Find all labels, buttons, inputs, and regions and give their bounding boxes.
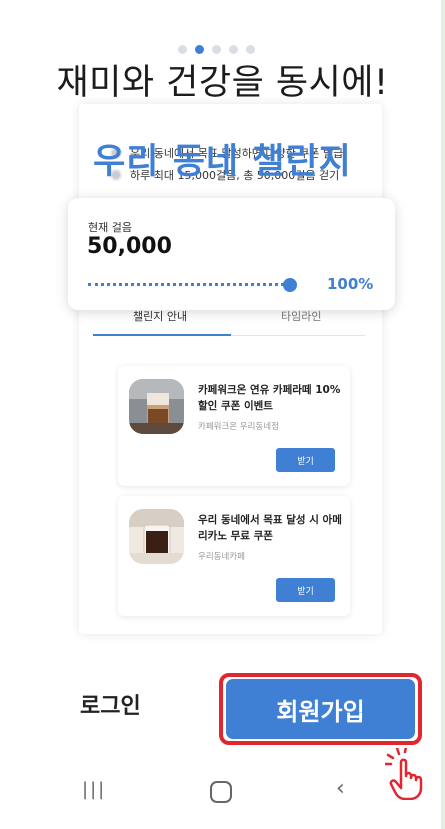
coupon-card: 카페워크온 연유 카페라떼 10% 할인 쿠폰 이벤트 카페워크온 우리동네점 … xyxy=(118,366,350,486)
coupon-title: 카페워크온 연유 카페라떼 10% 할인 쿠폰 이벤트 xyxy=(198,384,341,412)
steps-percent: 100% xyxy=(327,275,374,293)
tab-challenge-guide[interactable]: 챌린지 안내 xyxy=(133,308,187,324)
active-tab-underline xyxy=(93,334,231,336)
americano-image xyxy=(129,509,184,564)
coupon-store: 카페워크온 우리동네점 xyxy=(198,422,279,432)
recent-apps-button[interactable]: ||| xyxy=(82,779,106,800)
home-button[interactable] xyxy=(210,781,232,803)
tab-timeline[interactable]: 타임라인 xyxy=(281,308,321,324)
signup-button[interactable]: 회원가입 xyxy=(226,679,415,739)
page-dot xyxy=(229,45,238,54)
right-edge-strip xyxy=(441,0,445,829)
page-dot xyxy=(212,45,221,54)
steps-progress-track xyxy=(88,283,290,286)
steps-card: 현재 걸음 50,000 100% xyxy=(68,198,395,310)
page-indicator xyxy=(178,45,255,54)
headline: 재미와 건강을 동시에! xyxy=(56,63,389,103)
back-button[interactable]: ‹ xyxy=(336,776,345,801)
coupon-title: 우리 동네에서 목표 달성 시 아메리카노 무료 쿠폰 xyxy=(198,514,342,542)
tap-hand-icon xyxy=(385,748,423,800)
steps-value: 50,000 xyxy=(87,234,172,259)
steps-label: 현재 걸음 xyxy=(88,221,132,234)
page-dot xyxy=(246,45,255,54)
coupon-store: 우리동네카페 xyxy=(198,552,245,562)
claim-coupon-button[interactable]: 받기 xyxy=(276,578,335,602)
challenge-title: 우리 동네 챌린지 xyxy=(93,142,352,182)
page-dot xyxy=(178,45,187,54)
coupon-card: 우리 동네에서 목표 달성 시 아메리카노 무료 쿠폰 우리동네카페 받기 xyxy=(118,496,350,616)
login-button[interactable]: 로그인 xyxy=(80,688,141,720)
claim-coupon-button[interactable]: 받기 xyxy=(276,448,335,472)
iced-latte-image xyxy=(129,379,184,434)
steps-progress-knob xyxy=(283,278,297,292)
page-dot-active xyxy=(195,45,204,54)
